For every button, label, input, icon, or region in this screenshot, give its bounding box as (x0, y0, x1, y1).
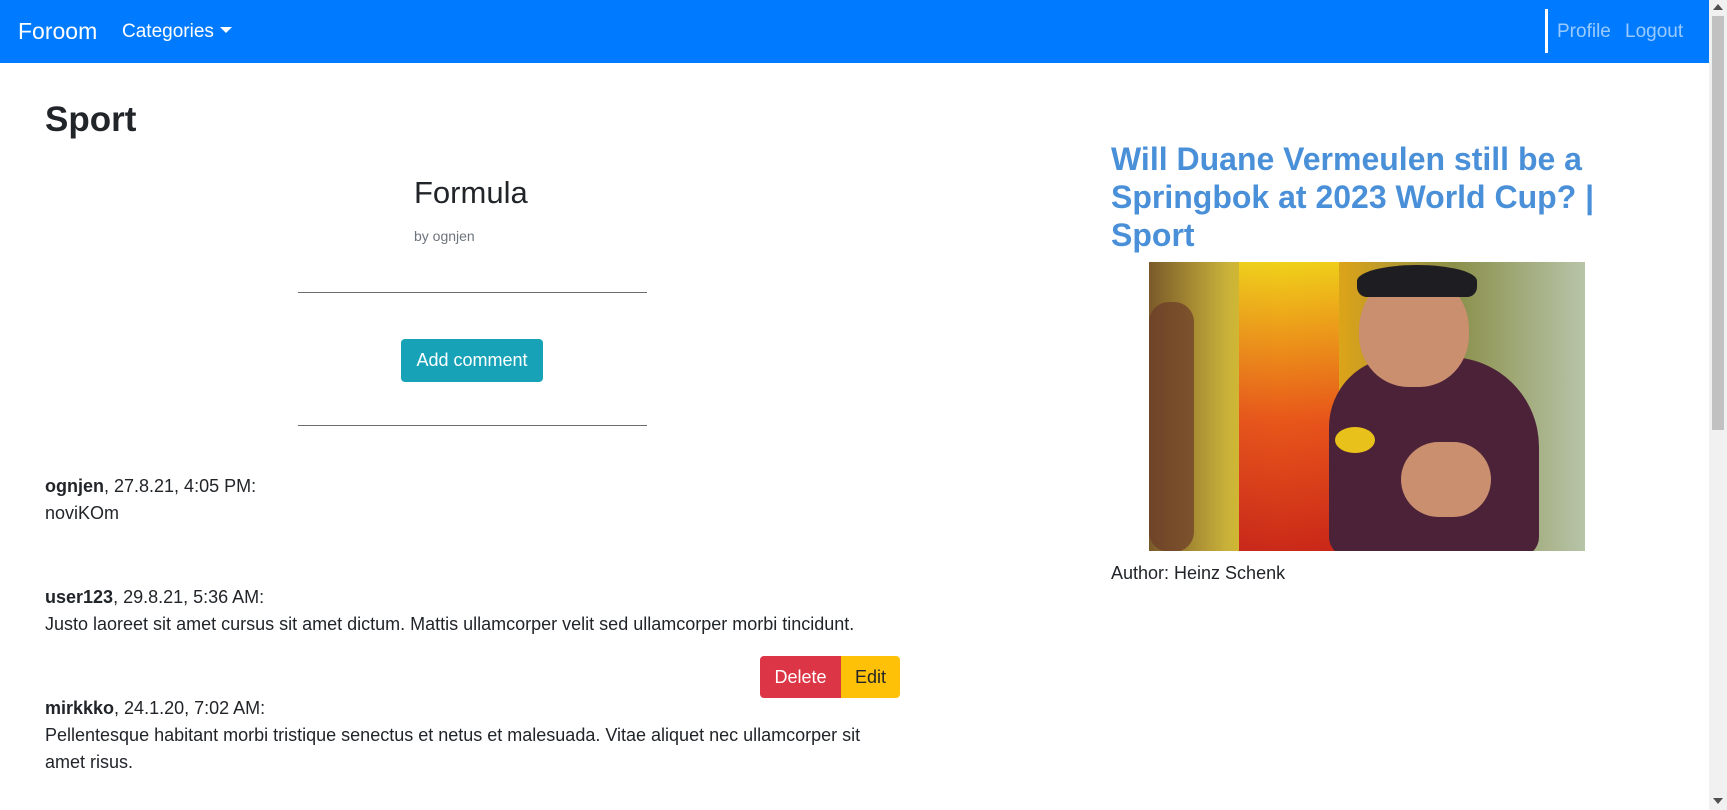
profile-link[interactable]: Profile (1557, 21, 1611, 43)
comment-text: noviKOm (45, 503, 120, 523)
image-shape (1239, 262, 1339, 551)
chevron-down-icon (219, 27, 232, 33)
comment-text: Justo laoreet sit amet cursus sit amet d… (45, 614, 855, 634)
comment-text: Pellentesque habitant morbi tristique se… (45, 725, 861, 772)
comment-date: , 24.1.20, 7:02 AM: (114, 698, 266, 718)
comment-date: , 27.8.21, 4:05 PM: (104, 476, 257, 496)
brand-link[interactable]: Foroom (18, 18, 97, 45)
comment-user: ognjen (45, 476, 104, 496)
comment-user: mirkkko (45, 698, 115, 718)
news-title-link[interactable]: Will Duane Vermeulen still be a Springbo… (1111, 140, 1611, 254)
image-shape (1149, 302, 1194, 551)
scrollbar[interactable] (1709, 0, 1727, 810)
comment-meta: user123, 29.8.21, 5:36 AM: (45, 584, 865, 611)
image-shape (1357, 265, 1477, 297)
comment-item: mirkkko, 24.1.20, 7:02 AM: Pellentesque … (45, 695, 865, 776)
navbar: Foroom Categories Profile Logout (0, 0, 1709, 63)
comment-meta: ognjen, 27.8.21, 4:05 PM: (45, 473, 865, 500)
comment-item: user123, 29.8.21, 5:36 AM: Justo laoreet… (45, 584, 865, 638)
scroll-up-icon[interactable] (1713, 4, 1723, 10)
divider (298, 292, 647, 293)
scroll-thumb[interactable] (1712, 16, 1724, 430)
news-author: Author: Heinz Schenk (1111, 563, 1286, 583)
comment-actions: Delete Edit (760, 656, 900, 698)
add-comment-button[interactable]: Add comment (401, 339, 543, 382)
categories-label: Categories (122, 21, 214, 42)
scroll-down-icon[interactable] (1713, 798, 1723, 804)
image-shape (1335, 427, 1375, 453)
categories-dropdown[interactable]: Categories (122, 21, 232, 43)
page-title: Sport (45, 100, 137, 139)
comment-item: ognjen, 27.8.21, 4:05 PM: noviKOm (45, 473, 865, 527)
logout-link[interactable]: Logout (1625, 21, 1683, 43)
edit-comment-button[interactable]: Edit (841, 656, 900, 698)
comment-meta: mirkkko, 24.1.20, 7:02 AM: (45, 695, 865, 722)
news-image (1149, 262, 1585, 551)
image-shape (1401, 442, 1491, 517)
delete-comment-button[interactable]: Delete (760, 656, 841, 698)
comment-date: , 29.8.21, 5:36 AM: (113, 587, 265, 607)
divider (298, 425, 647, 426)
post-title: Formula (414, 175, 528, 210)
comment-user: user123 (45, 587, 114, 607)
post-author: by ognjen (414, 228, 475, 244)
nav-divider (1545, 9, 1548, 53)
